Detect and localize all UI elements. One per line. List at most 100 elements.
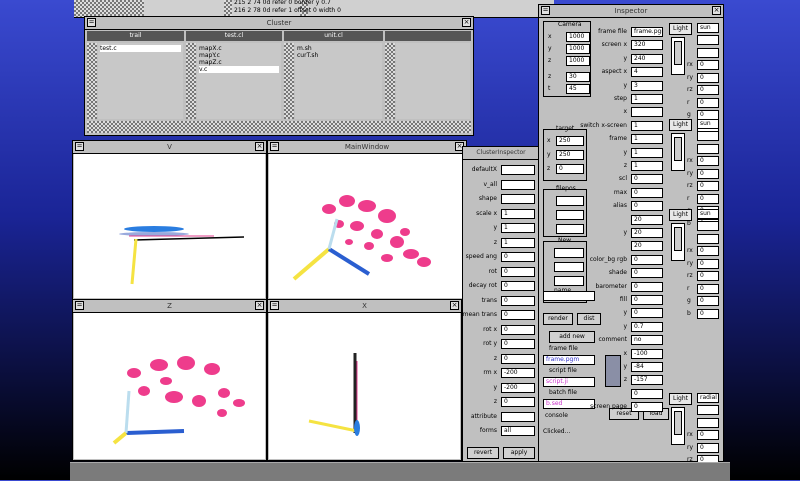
light-field-input[interactable]: 0 (697, 296, 719, 306)
target-x-input[interactable]: 250 (556, 136, 584, 146)
inspector-field-input[interactable]: 0 (631, 402, 663, 413)
slider-thumb[interactable] (674, 41, 682, 65)
target-z-input[interactable]: 0 (556, 164, 584, 174)
light-field-input[interactable]: 0 (697, 308, 719, 319)
batch-file-input[interactable]: b.sed (543, 399, 595, 409)
inspector-field-input[interactable]: 4 (631, 67, 663, 78)
ci-field-input[interactable]: 0 (501, 266, 535, 277)
inspector-field-input[interactable]: 0 (631, 187, 663, 198)
script-file-input[interactable]: script.ji (543, 377, 595, 387)
ci-field-input[interactable]: all (501, 426, 535, 436)
window-menu-icon[interactable]: = (75, 301, 84, 310)
ci-field-input[interactable] (501, 194, 535, 204)
cluster-column-header[interactable]: unit.cl (284, 31, 383, 41)
ci-field-input[interactable]: 1 (501, 223, 535, 233)
ci-field-input[interactable]: 0 (501, 339, 535, 349)
window-menu-icon[interactable]: = (270, 142, 279, 151)
view-canvas-x[interactable] (269, 313, 460, 459)
slider-thumb[interactable] (674, 137, 682, 161)
ci-field-input[interactable] (501, 165, 535, 175)
light-field-input[interactable]: 0 (697, 258, 719, 269)
cluster-column-list[interactable]: m.sh curT.sh (295, 43, 382, 119)
inspector-field-input[interactable]: 1 (631, 134, 663, 145)
view-titlebar[interactable]: X (268, 300, 461, 313)
new-y-input[interactable] (554, 262, 584, 272)
light-field-input[interactable] (697, 35, 719, 45)
ci-field-input[interactable]: 0 (501, 281, 535, 291)
inspector-field-input[interactable]: 0 (631, 268, 663, 279)
view-canvas-main[interactable] (269, 154, 465, 298)
inspector-field-input[interactable]: 240 (631, 53, 663, 64)
window-menu-icon[interactable]: = (270, 301, 279, 310)
light-mode-input[interactable]: sun (697, 209, 719, 219)
light-intensity-slider[interactable] (671, 133, 685, 171)
inspector-field-input[interactable]: 1 (631, 161, 663, 171)
inspector-field-input[interactable]: 0 (631, 388, 663, 399)
inspector-field-input[interactable]: 3 (631, 80, 663, 91)
dist-button[interactable]: dist (577, 313, 601, 325)
cluster-list-item[interactable]: mapY.c (199, 52, 279, 59)
cluster-list-item[interactable]: curT.sh (297, 52, 380, 59)
cluster-inspector-titlebar[interactable]: ClusterInspector (463, 147, 539, 160)
light-field-input[interactable] (697, 131, 719, 141)
light-field-input[interactable] (697, 143, 719, 154)
ci-field-input[interactable]: 0 (501, 353, 535, 364)
close-icon[interactable]: × (255, 301, 264, 310)
ci-field-input[interactable] (501, 179, 535, 190)
close-icon[interactable]: × (462, 18, 471, 27)
cluster-column-list[interactable]: test.c (98, 43, 183, 119)
inspector-field-input[interactable]: -84 (631, 362, 663, 372)
inspector-field-input[interactable]: frame.pgm (631, 27, 663, 37)
light-field-input[interactable]: 0 (697, 156, 719, 166)
ci-field-input[interactable]: -200 (501, 368, 535, 378)
camera-twist-input[interactable]: 45 (566, 84, 590, 94)
camera-zoom-input[interactable]: 30 (566, 72, 590, 82)
inspector-field-input[interactable] (631, 107, 663, 118)
new-x-input[interactable] (554, 248, 584, 258)
cluster-list-item[interactable]: m.sh (297, 45, 380, 52)
close-icon[interactable]: × (255, 142, 264, 151)
inspector-field-input[interactable]: -100 (631, 348, 663, 359)
apply-button[interactable]: apply (503, 447, 535, 459)
inspector-field-input[interactable]: no (631, 335, 663, 346)
light-intensity-slider[interactable] (671, 407, 685, 445)
frame-file-input[interactable]: frame.pgm (543, 355, 595, 365)
window-menu-icon[interactable]: = (75, 142, 84, 151)
light-mode-input[interactable]: sun (697, 23, 719, 33)
light-field-input[interactable]: 0 (697, 442, 719, 453)
inspector-field-input[interactable]: 0 (631, 174, 663, 185)
view-titlebar[interactable]: V (73, 141, 266, 154)
view-canvas-v[interactable] (74, 154, 265, 298)
camera-z-input[interactable]: 1000 (566, 56, 590, 66)
inspector-field-input[interactable]: 1 (631, 147, 663, 158)
color-swatch[interactable] (605, 355, 621, 387)
close-icon[interactable]: × (450, 301, 459, 310)
filepos-z-input[interactable] (556, 224, 584, 234)
cluster-list-item[interactable]: mapZ.c (199, 59, 279, 66)
ci-field-input[interactable]: 1 (501, 237, 535, 248)
inspector-field-input[interactable]: 20 (631, 214, 663, 225)
light-mode-input[interactable]: radial (697, 393, 719, 403)
light-field-input[interactable]: 0 (697, 60, 719, 70)
inspector-field-input[interactable]: 20 (631, 241, 663, 252)
window-menu-icon[interactable]: = (541, 6, 550, 15)
inspector-field-input[interactable]: 0 (631, 308, 663, 319)
light-field-input[interactable]: 0 (697, 283, 719, 294)
light-field-input[interactable]: 0 (697, 193, 719, 204)
light-field-input[interactable] (697, 233, 719, 244)
cluster-column-list[interactable]: mapX.c mapY.c mapZ.c v.c (197, 43, 281, 119)
slider-thumb[interactable] (674, 411, 682, 435)
light-mode-input[interactable]: sun (697, 119, 719, 129)
inspector-field-input[interactable]: 0 (631, 295, 663, 305)
slider-thumb[interactable] (674, 227, 682, 251)
inspector-field-input[interactable]: 320 (631, 40, 663, 51)
ci-field-input[interactable]: 0 (501, 310, 535, 320)
camera-x-input[interactable]: 1000 (566, 32, 590, 42)
inspector-field-input[interactable]: 1 (631, 94, 663, 104)
filepos-y-input[interactable] (556, 210, 584, 220)
ci-field-input[interactable]: 0 (501, 397, 535, 407)
inspector-field-input[interactable]: 1 (631, 120, 663, 131)
light-field-input[interactable]: 0 (697, 168, 719, 179)
cluster-column-list[interactable] (396, 43, 470, 119)
camera-y-input[interactable]: 1000 (566, 44, 590, 54)
